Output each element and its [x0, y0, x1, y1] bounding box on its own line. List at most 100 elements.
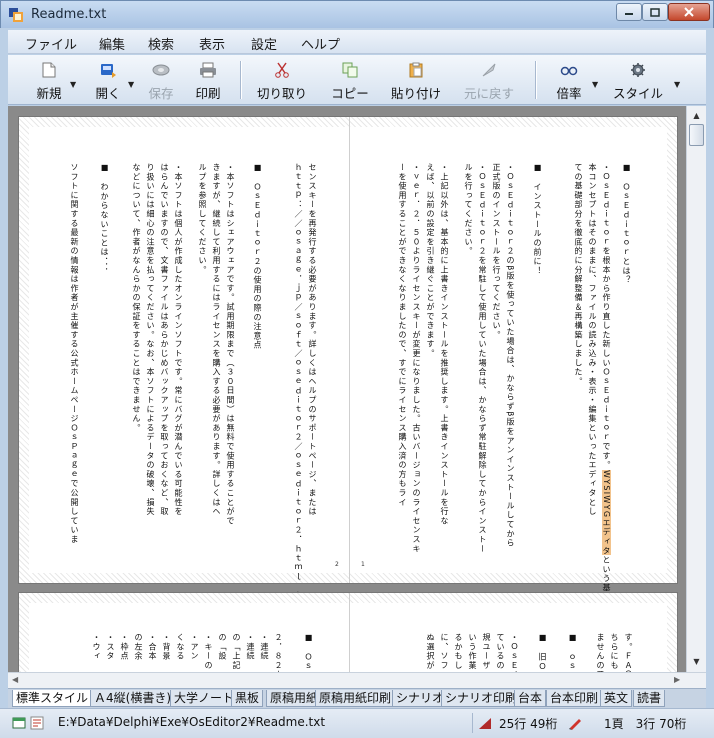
- text-column[interactable]: きますが、継続して利用するにはライセンスを購入する必要があります。詳しくはヘ: [211, 163, 222, 516]
- scroll-right-icon[interactable]: ▶: [674, 675, 680, 684]
- text-column[interactable]: センスキーを再発行する必要があります。詳しくはヘルプのサポートページ、または: [307, 163, 318, 516]
- text-column[interactable]: ・アン: [189, 633, 200, 661]
- document-view[interactable]: ■ ＯｓＥｄｉｔｏｒとは？ ・ＯｓＥｄｉｔｏｒを根本から作り直した新しいＯｓＥｄ…: [8, 106, 686, 672]
- text-column[interactable]: ■ わからないことは．．．: [99, 163, 110, 277]
- text-column[interactable]: の「設: [217, 633, 228, 661]
- text-column[interactable]: などについて、作者がなんらかの保証をすることはできません。: [131, 163, 142, 433]
- tab-scenario[interactable]: シナリオ: [392, 690, 449, 707]
- text-column[interactable]: ソフトに関する最新の情報は作者が主催する公式ホームページＯｓＰａｇｅで公開してい…: [69, 163, 80, 544]
- menu-help[interactable]: ヘルプ: [301, 34, 340, 53]
- text-column[interactable]: はらんでいますので、文書ファイルはあらかじめバックアップを取っておくなど、取: [159, 163, 170, 516]
- text-column[interactable]: ｈｔｔｐ：／／ｏｓａｇｅ．ｊｐ／ｓｏｆｔ／ｏｓｅｄｉｔｏｒ２／ｏｓｅｄｉｔｏｒ２…: [293, 163, 304, 665]
- text-column[interactable]: ルプを参照してください。: [197, 163, 208, 275]
- menu-settings[interactable]: 設定: [251, 34, 277, 53]
- text-column[interactable]: ■ ＯｓＥｄｉｔｏｒとは？: [621, 163, 632, 285]
- minimize-button[interactable]: [616, 3, 642, 21]
- text-column[interactable]: ・背景: [161, 633, 172, 661]
- text-column[interactable]: ・ｖｅｒ．２．５０よりライセンスキーが変更になりました。古いバージョンのライセン…: [411, 163, 422, 554]
- text-column[interactable]: 規ユーザ: [481, 633, 492, 670]
- text-column[interactable]: ・合本: [147, 633, 158, 661]
- menu-search[interactable]: 検索: [148, 34, 174, 53]
- text-column[interactable]: ・連続: [259, 633, 270, 661]
- text-column[interactable]: の「上記: [231, 633, 242, 670]
- text-column[interactable]: ・本ソフトは個人が作成したオンラインソフトです。常にバグが潜んでいる可能性を: [173, 163, 184, 516]
- text-column[interactable]: ■ ＯｓＥ: [303, 633, 314, 672]
- tab-manuscript-print[interactable]: 原稿用紙印刷: [315, 690, 396, 707]
- text-column[interactable]: 正式版のインストールを行ってください。: [491, 163, 502, 340]
- text-column[interactable]: ■ ＯｓＥｄｉｔｏｒ２の使用の際の注意点: [252, 163, 263, 350]
- text-column[interactable]: ・ＯｓＥｄｉｔｏｒ２のβ版を使っていた場合は、かならずβ版をアンインストールして…: [505, 163, 516, 548]
- text-column[interactable]: ているの: [495, 633, 506, 670]
- menu-view[interactable]: 表示: [199, 34, 225, 53]
- new-button[interactable]: 新規: [32, 55, 66, 105]
- text-column[interactable]: ・連続: [245, 633, 256, 661]
- text-column[interactable]: ・本ソフトはシェアウェアです。試用期限まで（３０日間）は無料で使用することがで: [225, 163, 236, 526]
- tab-college-notebook[interactable]: 大学ノート: [170, 690, 239, 707]
- cut-button[interactable]: 切り取り: [252, 55, 312, 105]
- scroll-left-icon[interactable]: ◀: [12, 675, 18, 684]
- pencil-icon: [569, 719, 581, 730]
- cut-label: 切り取り: [256, 86, 307, 101]
- copy-button[interactable]: コピー: [326, 55, 374, 105]
- save-button[interactable]: 保存: [144, 55, 178, 105]
- tab-a4[interactable]: Ａ4縦(横書き): [90, 690, 175, 707]
- paste-button[interactable]: 貼り付け: [388, 55, 444, 105]
- zoom-button[interactable]: 倍率: [553, 55, 585, 105]
- tab-scenario-print[interactable]: シナリオ印刷: [441, 690, 522, 707]
- horizontal-scrollbar[interactable]: ◀ ▶: [8, 672, 706, 688]
- menu-file[interactable]: ファイル: [25, 34, 77, 53]
- text-column[interactable]: えば、以前の設定を引き継ぐことができます。: [425, 163, 436, 358]
- close-button[interactable]: [668, 3, 710, 21]
- open-dropdown-icon[interactable]: ▼: [128, 80, 134, 89]
- scroll-thumb[interactable]: [689, 124, 704, 146]
- page-1: ■ ＯｓＥｄｉｔｏｒとは？ ・ＯｓＥｄｉｔｏｒを根本から作り直した新しいＯｓＥｄ…: [18, 116, 678, 665]
- text-column[interactable]: ぬ選択が: [425, 633, 436, 670]
- text-column[interactable]: ・ウィ: [91, 633, 102, 661]
- tab-script-print[interactable]: 台本印刷: [546, 690, 603, 707]
- menu-edit[interactable]: 編集: [99, 34, 125, 53]
- text-column[interactable]: ての基礎部分を徹底的に分解整備＆再構築しました。: [573, 163, 584, 386]
- new-dropdown-icon[interactable]: ▼: [70, 80, 76, 89]
- text-column[interactable]: いう作業: [467, 633, 478, 670]
- text-column[interactable]: す。ＦＡＱ: [623, 633, 634, 672]
- tab-manuscript[interactable]: 原稿用紙: [266, 690, 323, 707]
- undo-button[interactable]: 元に戻す: [461, 55, 517, 105]
- text-column[interactable]: ・ＯｓＥｄｉｔｏｒを根本から作り直した新しいＯｓＥｄｉｔｏｒです。WYSIWYG…: [601, 163, 612, 593]
- zoom-dropdown-icon[interactable]: ▼: [592, 80, 598, 89]
- text-column[interactable]: ・スタ: [105, 633, 116, 661]
- text-column[interactable]: ちらにも: [609, 633, 620, 670]
- open-button[interactable]: 開く: [91, 55, 125, 105]
- text-column[interactable]: ・キーの: [203, 633, 214, 670]
- text-column[interactable]: ■ ｏｓ: [567, 633, 578, 671]
- text-column[interactable]: ・枠点: [119, 633, 130, 661]
- tab-standard-style[interactable]: 標準スタイル: [12, 690, 93, 707]
- status-separator: [472, 713, 473, 733]
- text-column[interactable]: ーを使用することができなくなりましたので、すでにライセンス購入済の方もライ: [397, 163, 408, 507]
- text-column[interactable]: くなる: [175, 633, 186, 661]
- text-column[interactable]: ・上記以外は、基本的に上書きインストールを推奨します。上書きインストールを行な: [439, 163, 450, 526]
- style-button[interactable]: スタイル: [613, 55, 663, 105]
- maximize-button[interactable]: [642, 3, 668, 21]
- tab-blackboard[interactable]: 黒板: [231, 690, 264, 707]
- text-column[interactable]: に、ソフ: [439, 633, 450, 670]
- text-column[interactable]: ２．８２→: [273, 633, 284, 672]
- text-column[interactable]: ■ インストールの前に！: [532, 163, 543, 276]
- style-dropdown-icon[interactable]: ▼: [674, 80, 680, 89]
- print-button[interactable]: 印刷: [191, 55, 225, 105]
- text-column[interactable]: ・ＯｓＥｄｉｔｏｒ２を常駐して使用していた場合は、かならず常駐解除してからインス…: [477, 163, 488, 554]
- tab-english[interactable]: 英文: [600, 690, 633, 707]
- copy-label: コピー: [331, 86, 369, 101]
- vertical-scrollbar[interactable]: ▲ ▼: [686, 106, 706, 672]
- text-column[interactable]: るかもし: [453, 633, 464, 670]
- scroll-down-icon[interactable]: ▼: [688, 653, 705, 670]
- text-column[interactable]: ■ 旧Ｏ: [537, 633, 548, 671]
- text-column[interactable]: 本コンセプトはそのままに、ファイルの読み込み・表示・編集といったエディタとし: [587, 163, 598, 516]
- text-column[interactable]: ルを行ってください。: [463, 163, 474, 256]
- text-column[interactable]: ・ＯｓＥｄ: [509, 633, 520, 672]
- tab-reading[interactable]: 読書: [633, 690, 666, 707]
- text-column[interactable]: の左余: [133, 633, 144, 661]
- tab-script[interactable]: 台本: [514, 690, 547, 707]
- text-column[interactable]: り扱いには細心の注意を払ってください。なお、本ソフトによるデータの破壊、損失: [145, 163, 156, 516]
- text-column[interactable]: ませんので: [595, 633, 606, 672]
- scroll-up-icon[interactable]: ▲: [688, 107, 705, 124]
